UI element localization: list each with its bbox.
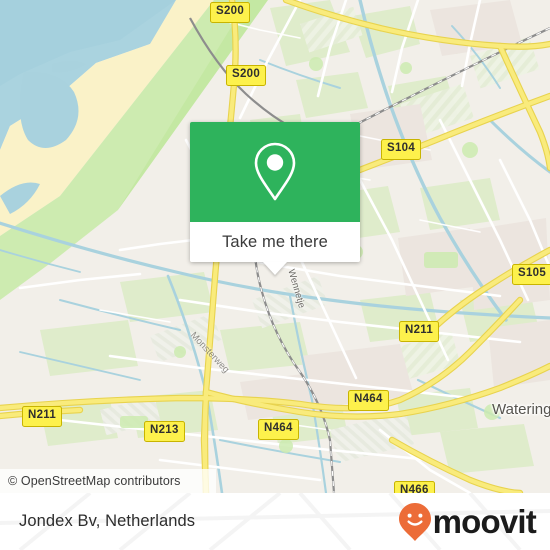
moovit-location-card: Wennetje Monsterweg Watering S200 S200 S… xyxy=(0,0,550,550)
road-shield-s105[interactable]: S105 xyxy=(512,264,550,285)
take-me-there-button[interactable]: Take me there xyxy=(190,222,360,262)
map-canvas[interactable]: Wennetje Monsterweg Watering S200 S200 S… xyxy=(0,0,550,493)
road-shield-s200-lower[interactable]: S200 xyxy=(226,65,267,86)
moovit-logo[interactable]: moovit xyxy=(398,502,537,542)
road-shield-n211-left[interactable]: N211 xyxy=(22,406,63,427)
road-shield-n466-clipped[interactable]: N466 xyxy=(394,481,435,493)
road-shield-n211-right[interactable]: N211 xyxy=(399,321,440,342)
moovit-smiley-pin-icon xyxy=(398,502,431,541)
footer-bar: Jondex Bv, Netherlands moovit xyxy=(0,493,550,550)
road-shield-n464-right[interactable]: N464 xyxy=(348,390,389,411)
callout-tail-pointer xyxy=(263,262,287,275)
attribution-text: © OpenStreetMap contributors xyxy=(8,474,181,488)
road-shield-s200-top[interactable]: S200 xyxy=(210,2,251,23)
map-attribution[interactable]: © OpenStreetMap contributors xyxy=(0,469,216,493)
road-shield-n464-center[interactable]: N464 xyxy=(258,419,299,440)
callout-icon-panel xyxy=(190,122,360,222)
take-me-there-label: Take me there xyxy=(222,232,328,251)
map-pin-icon xyxy=(254,142,296,201)
place-label-wateringen: Watering xyxy=(492,401,550,418)
road-shield-s104[interactable]: S104 xyxy=(381,139,422,160)
location-callout[interactable]: Take me there xyxy=(190,122,360,275)
moovit-wordmark: moovit xyxy=(432,503,537,540)
road-shield-n213[interactable]: N213 xyxy=(144,421,185,442)
location-title: Jondex Bv, Netherlands xyxy=(19,512,196,530)
